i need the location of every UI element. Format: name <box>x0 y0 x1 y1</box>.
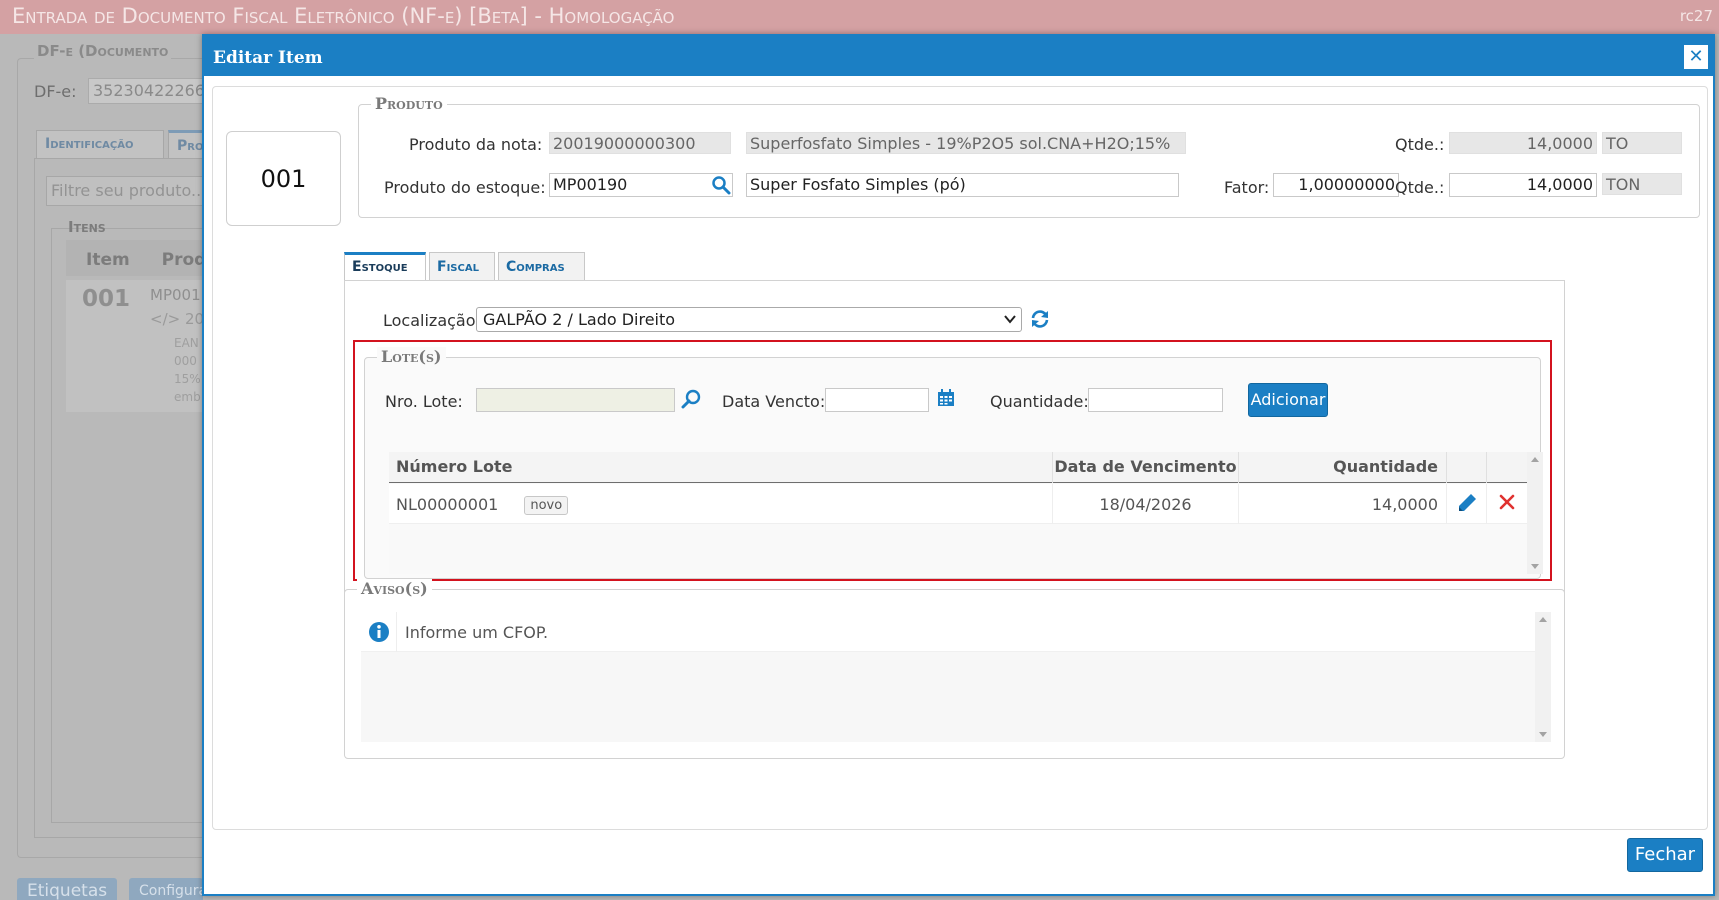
produto-estoque-input[interactable]: MP00190 <box>549 173 733 197</box>
background-etiquetas-button: Etiquetas <box>17 878 117 900</box>
lote-numero: NL00000001 <box>396 495 499 514</box>
chevron-down-icon <box>1004 315 1016 324</box>
aviso-text: Informe um CFOP. <box>405 623 549 642</box>
avisos-scrollbar[interactable] <box>1535 612 1551 742</box>
avisos-legend: Aviso(s) <box>357 579 432 598</box>
background-title: Entrada de Documento Fiscal Eletrônico (… <box>12 4 675 28</box>
tab-estoque[interactable]: Estoque <box>344 252 426 283</box>
lotes-grid-header: Número Lote Data de Vencimento Quantidad… <box>389 452 1527 483</box>
scroll-down-icon[interactable] <box>1539 732 1547 737</box>
modal-header: Editar Item <box>204 36 1713 76</box>
list-item: Informe um CFOP. <box>361 612 1535 652</box>
background-item-code: MP001 <box>150 286 201 304</box>
fator-label: Fator: <box>1224 178 1270 197</box>
delete-icon[interactable] <box>1499 494 1515 510</box>
background-item-small-1: EAN <box>174 336 199 350</box>
background-tab-identificacao: Identificação <box>36 130 164 158</box>
quantidade-label: Quantidade: <box>990 392 1089 411</box>
nro-lote-input[interactable] <box>476 388 675 412</box>
produto-legend: Produto <box>371 94 447 113</box>
info-icon <box>369 622 389 642</box>
produto-estoque-label: Produto do estoque: <box>384 178 546 197</box>
background-filter-input: Filtre seu produto... <box>46 176 204 206</box>
background-item-small-3: 15% <box>174 372 201 386</box>
modal-close-icon[interactable]: ✕ <box>1683 44 1709 70</box>
background-col-produto: Produ <box>161 250 204 270</box>
produto-nota-label: Produto da nota: <box>409 135 543 154</box>
modal-title: Editar Item <box>213 48 323 68</box>
aviso-icon-cell <box>361 612 397 652</box>
background-item-num: 001 <box>82 286 131 312</box>
edit-pencil-icon[interactable] <box>1456 492 1478 514</box>
calendar-icon[interactable] <box>936 388 956 408</box>
localizacao-value: GALPÃO 2 / Lado Direito <box>483 310 676 329</box>
produto-estoque-qtde-input[interactable]: 14,0000 <box>1449 173 1597 197</box>
tab-compras[interactable]: Compras <box>498 252 585 282</box>
lotes-fieldset: Lote(s) Nro. Lote: Data Vencto: Quantida… <box>364 347 1543 579</box>
delete-cell <box>1487 484 1527 524</box>
produto-nota-desc: Superfosfato Simples - 19%P2O5 sol.CNA+H… <box>746 132 1186 154</box>
col-delete <box>1487 452 1527 483</box>
localizacao-label: Localização: <box>383 311 481 330</box>
data-vencto-input[interactable] <box>825 388 929 412</box>
background-item-small-2: 000 <box>174 354 197 368</box>
produto-estoque-unidade: TON <box>1602 173 1682 195</box>
refresh-icon[interactable] <box>1029 308 1051 330</box>
item-number-box: 001 <box>226 131 341 226</box>
lote-quantidade: 14,0000 <box>1239 484 1447 524</box>
modal-body: 001 Produto Produto da nota: 20019000000… <box>212 86 1708 830</box>
table-row[interactable]: NL00000001 novo 18/04/2026 14,0000 <box>389 484 1527 524</box>
tab-fiscal[interactable]: Fiscal <box>429 252 495 282</box>
background-item-small-4: emb <box>174 390 201 404</box>
edit-cell <box>1447 484 1487 524</box>
background-version: rc27 <box>1679 7 1713 25</box>
produto-fieldset: Produto Produto da nota: 20019000000300 … <box>358 94 1700 218</box>
col-data-vencimento[interactable]: Data de Vencimento <box>1053 452 1239 483</box>
produto-estoque-qtde-label: Qtde.: <box>1395 178 1445 197</box>
lotes-grid: Número Lote Data de Vencimento Quantidad… <box>389 452 1543 574</box>
lotes-scrollbar[interactable] <box>1527 452 1543 574</box>
nro-lote-label: Nro. Lote: <box>385 392 463 411</box>
data-vencto-label: Data Vencto: <box>722 392 826 411</box>
produto-estoque-search-icon[interactable] <box>711 175 731 195</box>
background-items-header: Item Produ <box>66 240 204 276</box>
produto-nota-qtde: 14,0000 <box>1449 132 1597 154</box>
scroll-up-icon[interactable] <box>1531 457 1539 462</box>
lote-numero-cell: NL00000001 novo <box>389 484 1053 524</box>
background-item-row: 001 MP001 </> 200 EAN 000 15% emb <box>66 280 214 412</box>
background-title-bar: Entrada de Documento Fiscal Eletrônico (… <box>0 0 1719 34</box>
lotes-highlight-frame: Lote(s) Nro. Lote: Data Vencto: Quantida… <box>353 340 1552 581</box>
avisos-fieldset: Aviso(s) Informe um CFOP. <box>344 579 1565 759</box>
nro-lote-search-icon[interactable] <box>681 388 703 410</box>
quantidade-input[interactable] <box>1088 388 1223 412</box>
background-items-legend: Itens <box>68 218 106 236</box>
background-dfe-label: DF-e: <box>34 82 77 101</box>
col-quantidade[interactable]: Quantidade <box>1239 452 1447 483</box>
produto-nota-code: 20019000000300 <box>549 132 731 154</box>
fator-input[interactable]: 1,00000000 <box>1273 173 1399 197</box>
novo-badge: novo <box>524 496 569 515</box>
localizacao-select[interactable]: GALPÃO 2 / Lado Direito <box>476 307 1022 332</box>
background-dfe-legend: DF-e (Documento <box>34 42 172 60</box>
produto-nota-unidade: TO <box>1602 132 1682 154</box>
lotes-legend: Lote(s) <box>377 347 446 366</box>
produto-nota-qtde-label: Qtde.: <box>1395 135 1445 154</box>
edit-item-modal: Editar Item ✕ 001 Produto Produto da not… <box>202 34 1715 896</box>
produto-estoque-desc[interactable]: Super Fosfato Simples (pó) <box>746 173 1179 197</box>
col-numero-lote[interactable]: Número Lote <box>389 452 1053 483</box>
background-col-item: Item <box>86 250 130 270</box>
scroll-down-icon[interactable] <box>1531 564 1539 569</box>
background-dfe-input: 35230422266 <box>88 78 208 104</box>
lote-vencimento: 18/04/2026 <box>1053 484 1239 524</box>
adicionar-button[interactable]: Adicionar <box>1248 383 1328 417</box>
fechar-button[interactable]: Fechar <box>1627 838 1703 872</box>
col-edit <box>1447 452 1487 483</box>
scroll-up-icon[interactable] <box>1539 617 1547 622</box>
background-configurar-button: Configurar <box>129 878 203 900</box>
